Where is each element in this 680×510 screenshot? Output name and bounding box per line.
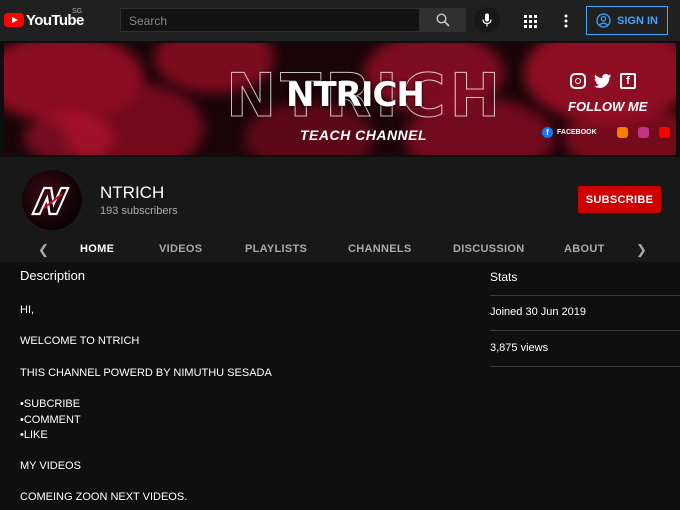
description-line: HI, (20, 304, 35, 316)
channel-logo-icon (31, 186, 70, 216)
voice-search-button[interactable] (474, 7, 500, 33)
blogger-icon (616, 127, 628, 138)
channel-header: NTRICH 193 subscribers SUBSCRIBE ❮ HOME … (0, 157, 680, 262)
twitter-icon (594, 73, 612, 89)
apps-button[interactable] (520, 11, 540, 31)
description-line: COMEING ZOON NEXT VIDEOS. (20, 491, 188, 503)
facebook-round-icon: f (542, 127, 553, 138)
region-code: SG (72, 8, 83, 15)
tab-about[interactable]: ABOUT (564, 243, 605, 255)
play-icon (4, 13, 24, 27)
settings-menu-button[interactable] (556, 11, 576, 31)
social-icons: f (570, 73, 636, 89)
search-input[interactable]: Search (120, 8, 420, 32)
instagram-small-icon (637, 127, 649, 138)
tab-discussion[interactable]: DISCUSSION (453, 243, 524, 255)
banner-title: NTRICH (286, 75, 425, 115)
description-line: THIS CHANNEL POWERD BY NIMUTHU SESADA (20, 367, 272, 379)
description-heading: Description (20, 268, 86, 283)
facebook-label: FACEBOOK (557, 129, 597, 136)
stats-divider (490, 330, 680, 331)
stats-divider (490, 295, 680, 296)
search-icon (436, 13, 450, 27)
subscribe-button[interactable]: SUBSCRIBE (578, 186, 661, 213)
sign-in-label: SIGN IN (617, 14, 658, 27)
channel-banner: NTRICH NTRICH TEACH CHANNEL f FOLLOW ME … (0, 41, 680, 157)
follow-me-text: FOLLOW ME (568, 99, 648, 114)
view-count: 3,875 views (490, 342, 549, 354)
tabs-next-chevron-icon[interactable]: ❯ (636, 242, 647, 258)
description-line: •SUBCRIBE (20, 398, 81, 410)
top-bar: YouTube SG Search SIGN IN (0, 0, 680, 41)
account-circle-icon (596, 13, 611, 28)
stats-heading: Stats (490, 270, 518, 284)
joined-date: Joined 30 Jun 2019 (490, 306, 587, 318)
description-line: WELCOME TO NTRICH (20, 335, 140, 347)
social-links-row: f FACEBOOK (542, 127, 670, 138)
tab-channels[interactable]: CHANNELS (348, 243, 412, 255)
subscriber-count: 193 subscribers (100, 205, 178, 217)
tab-playlists[interactable]: PLAYLISTS (245, 243, 307, 255)
facebook-icon: f (620, 73, 636, 89)
avatar[interactable] (22, 170, 82, 230)
description-line: •LIKE (20, 429, 48, 441)
tabs-prev-chevron-icon[interactable]: ❮ (38, 242, 49, 258)
description-line: •COMMENT (20, 414, 81, 426)
sign-in-button[interactable]: SIGN IN (586, 6, 668, 35)
description-line: MY VIDEOS (20, 460, 81, 472)
banner-subtitle: TEACH CHANNEL (300, 127, 428, 143)
youtube-small-icon (658, 127, 670, 138)
apps-grid-icon (523, 14, 537, 28)
microphone-icon (482, 13, 492, 27)
about-content: Description HI, WELCOME TO NTRICH THIS C… (0, 262, 680, 510)
tab-videos[interactable]: VIDEOS (159, 243, 202, 255)
more-vertical-icon (564, 14, 568, 28)
tab-home[interactable]: HOME (80, 243, 114, 255)
banner-art: NTRICH NTRICH TEACH CHANNEL f FOLLOW ME … (4, 43, 676, 155)
stats-divider (490, 366, 680, 367)
search-button[interactable] (420, 8, 466, 32)
instagram-icon (570, 73, 586, 89)
channel-name: NTRICH (100, 183, 165, 202)
channel-tabs: ❮ HOME VIDEOS PLAYLISTS CHANNELS DISCUSS… (0, 235, 680, 263)
